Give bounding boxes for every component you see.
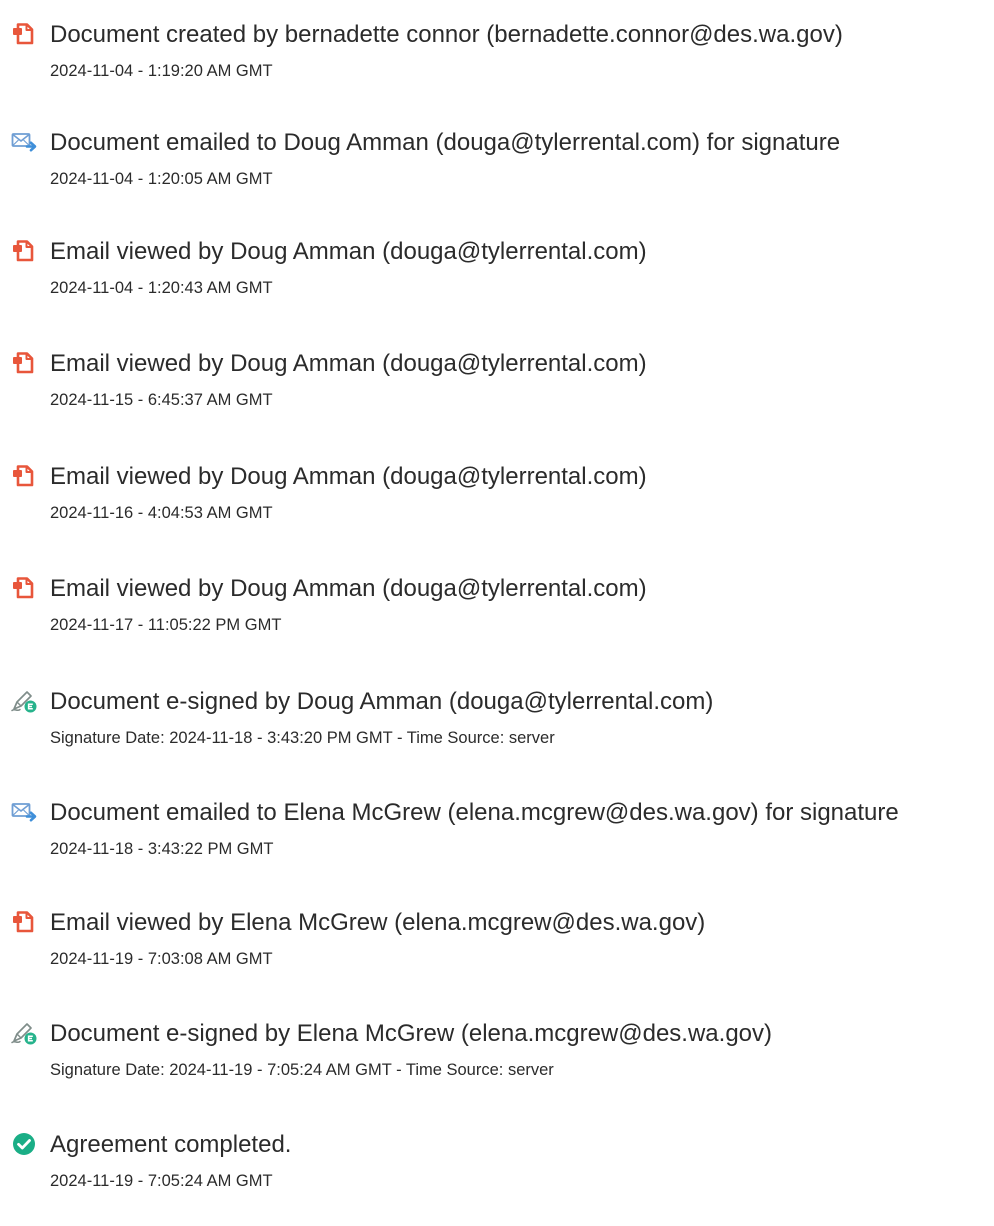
history-event: Email viewed by Elena McGrew (elena.mcgr… xyxy=(0,908,994,998)
event-date: 2024-11-19 - 7:03:08 AM GMT xyxy=(50,950,273,968)
email-sent-icon xyxy=(10,128,38,156)
pdf-document-icon xyxy=(10,574,38,602)
pdf-document-icon xyxy=(10,349,38,377)
history-event: Email viewed by Doug Amman (douga@tylerr… xyxy=(0,462,994,552)
pdf-document-icon xyxy=(10,237,38,265)
event-title: Document emailed to Elena McGrew (elena.… xyxy=(50,799,899,826)
event-title: Email viewed by Doug Amman (douga@tylerr… xyxy=(50,463,647,490)
history-event: Document emailed to Doug Amman (douga@ty… xyxy=(0,128,994,218)
event-title: Email viewed by Doug Amman (douga@tylerr… xyxy=(50,350,647,377)
pdf-document-icon xyxy=(10,462,38,490)
event-title: Agreement completed. xyxy=(50,1131,292,1158)
event-date: Signature Date: 2024-11-19 - 7:05:24 AM … xyxy=(50,1061,554,1079)
esign-pen-icon xyxy=(10,1019,38,1047)
event-title: Document e-signed by Doug Amman (douga@t… xyxy=(50,688,714,715)
history-event: Email viewed by Doug Amman (douga@tylerr… xyxy=(0,349,994,439)
history-event: Document e-signed by Elena McGrew (elena… xyxy=(0,1019,994,1109)
history-event: Document created by bernadette connor (b… xyxy=(0,20,994,110)
event-title: Email viewed by Doug Amman (douga@tylerr… xyxy=(50,238,647,265)
event-title: Document emailed to Doug Amman (douga@ty… xyxy=(50,129,841,156)
event-date: 2024-11-04 - 1:19:20 AM GMT xyxy=(50,62,273,80)
history-event: Email viewed by Doug Amman (douga@tylerr… xyxy=(0,574,994,664)
event-date: 2024-11-04 - 1:20:43 AM GMT xyxy=(50,279,273,297)
event-date: 2024-11-17 - 11:05:22 PM GMT xyxy=(50,616,282,634)
esign-pen-icon xyxy=(10,687,38,715)
history-event: Agreement completed. 2024-11-19 - 7:05:2… xyxy=(0,1130,994,1220)
event-date: Signature Date: 2024-11-18 - 3:43:20 PM … xyxy=(50,729,555,747)
event-date: 2024-11-15 - 6:45:37 AM GMT xyxy=(50,391,273,409)
event-title: Document e-signed by Elena McGrew (elena… xyxy=(50,1020,773,1047)
history-event: Document e-signed by Doug Amman (douga@t… xyxy=(0,687,994,777)
pdf-document-icon xyxy=(10,908,38,936)
event-title: Email viewed by Doug Amman (douga@tylerr… xyxy=(50,575,647,602)
event-title: Email viewed by Elena McGrew (elena.mcgr… xyxy=(50,909,706,936)
event-title: Document created by bernadette connor (b… xyxy=(50,21,843,48)
pdf-document-icon xyxy=(10,20,38,48)
event-date: 2024-11-18 - 3:43:22 PM GMT xyxy=(50,840,274,858)
history-event: Document emailed to Elena McGrew (elena.… xyxy=(0,798,994,888)
event-date: 2024-11-04 - 1:20:05 AM GMT xyxy=(50,170,273,188)
checkmark-circle-icon xyxy=(10,1130,38,1158)
history-event: Email viewed by Doug Amman (douga@tylerr… xyxy=(0,237,994,327)
event-date: 2024-11-19 - 7:05:24 AM GMT xyxy=(50,1172,273,1190)
email-sent-icon xyxy=(10,798,38,826)
event-date: 2024-11-16 - 4:04:53 AM GMT xyxy=(50,504,273,522)
audit-history-list: Document created by bernadette connor (b… xyxy=(0,0,994,1226)
